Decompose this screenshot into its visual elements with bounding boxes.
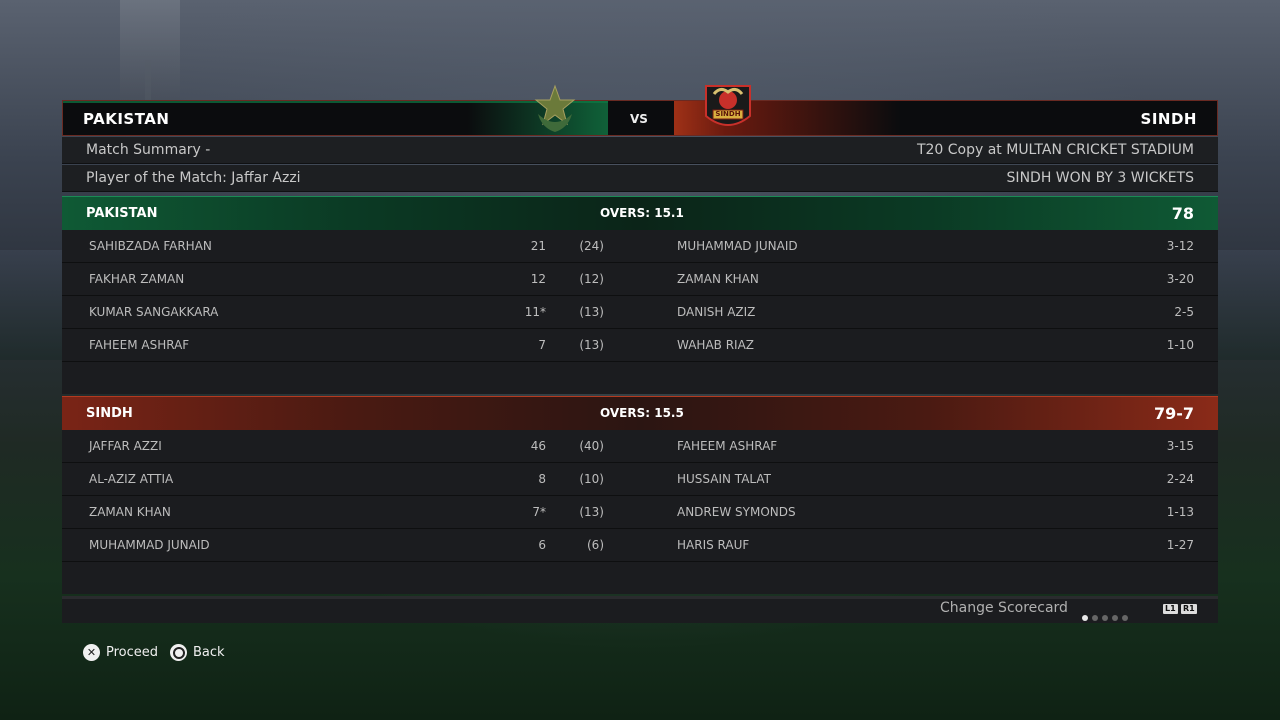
bowler-name: FAHEEM ASHRAF <box>677 439 778 453</box>
table-row: FAHEEM ASHRAF 7 (13) WAHAB RIAZ 1-10 <box>62 329 1218 362</box>
innings-score: 79-7 <box>1153 404 1194 423</box>
batter-name: MUHAMMAD JUNAID <box>89 538 210 552</box>
stadium-stand-right <box>1210 250 1280 360</box>
bowler-figures: 2-5 <box>1174 305 1194 319</box>
page-dot <box>1122 615 1128 621</box>
batter-runs: 12 <box>530 272 546 286</box>
batter-runs: 7 <box>538 338 546 352</box>
page-dot-active <box>1082 615 1088 621</box>
batter-balls: (24) <box>579 239 604 253</box>
circle-button-icon <box>170 644 187 661</box>
result-row: Player of the Match: Jaffar Azzi SINDH W… <box>62 165 1218 192</box>
innings-header-pakistan: PAKISTAN OVERS: 15.1 78 <box>62 196 1218 230</box>
bowler-figures: 1-13 <box>1166 505 1194 519</box>
bowler-name: HUSSAIN TALAT <box>677 472 771 486</box>
bowler-figures: 3-15 <box>1166 439 1194 453</box>
innings-team: PAKISTAN <box>86 206 158 221</box>
bowler-figures: 3-20 <box>1166 272 1194 286</box>
table-row: MUHAMMAD JUNAID 6 (6) HARIS RAUF 1-27 <box>62 529 1218 562</box>
scorecard-footer: Change Scorecard L1 R1 <box>62 596 1218 623</box>
team-a-name: PAKISTAN <box>83 110 170 128</box>
bowler-name: ZAMAN KHAN <box>677 272 759 286</box>
proceed-button[interactable]: ✕ Proceed <box>83 644 158 661</box>
batter-balls: (13) <box>579 338 604 352</box>
batter-balls: (13) <box>579 305 604 319</box>
bowler-name: MUHAMMAD JUNAID <box>677 239 798 253</box>
table-spacer <box>62 362 1218 394</box>
table-row: AL-AZIZ ATTIA 8 (10) HUSSAIN TALAT 2-24 <box>62 463 1218 496</box>
table-spacer <box>62 562 1218 594</box>
innings-header-sindh: SINDH OVERS: 15.5 79-7 <box>62 396 1218 430</box>
pakistan-logo-icon <box>534 84 576 132</box>
batter-runs: 46 <box>530 439 546 453</box>
proceed-label: Proceed <box>106 645 159 660</box>
batter-name: ZAMAN KHAN <box>89 505 171 519</box>
batter-runs: 8 <box>538 472 546 486</box>
bowler-name: HARIS RAUF <box>677 538 750 552</box>
batter-name: SAHIBZADA FARHAN <box>89 239 212 253</box>
match-header: PAKISTAN VS SINDH <box>62 100 1218 136</box>
table-row: FAKHAR ZAMAN 12 (12) ZAMAN KHAN 3-20 <box>62 263 1218 296</box>
batter-runs: 6 <box>538 538 546 552</box>
batter-name: KUMAR SANGAKKARA <box>89 305 219 319</box>
batter-balls: (12) <box>579 272 604 286</box>
page-dot <box>1092 615 1098 621</box>
innings-2-table: JAFFAR AZZI 46 (40) FAHEEM ASHRAF 3-15 A… <box>62 430 1218 594</box>
table-row: SAHIBZADA FARHAN 21 (24) MUHAMMAD JUNAID… <box>62 230 1218 263</box>
match-summary-label: Match Summary - <box>86 142 211 158</box>
l1-bumper-icon[interactable]: L1 <box>1163 604 1178 614</box>
stadium-stand-left <box>0 250 70 360</box>
batter-name: JAFFAR AZZI <box>89 439 162 453</box>
player-of-match: Player of the Match: Jaffar Azzi <box>86 170 301 186</box>
cross-button-icon: ✕ <box>83 644 100 661</box>
back-label: Back <box>193 645 225 660</box>
batter-balls: (13) <box>579 505 604 519</box>
innings-team: SINDH <box>86 406 133 421</box>
bowler-name: ANDREW SYMONDS <box>677 505 796 519</box>
batter-name: FAKHAR ZAMAN <box>89 272 185 286</box>
innings-overs: OVERS: 15.1 <box>600 206 684 220</box>
match-result: SINDH WON BY 3 WICKETS <box>1006 170 1194 186</box>
sindh-logo-icon <box>705 85 751 126</box>
bowler-figures: 3-12 <box>1166 239 1194 253</box>
vs-label: VS <box>630 112 648 126</box>
back-button[interactable]: Back <box>170 644 225 661</box>
table-row: ZAMAN KHAN 7* (13) ANDREW SYMONDS 1-13 <box>62 496 1218 529</box>
bowler-name: WAHAB RIAZ <box>677 338 755 352</box>
batter-balls: (10) <box>579 472 604 486</box>
page-dot <box>1102 615 1108 621</box>
bowler-figures: 2-24 <box>1166 472 1194 486</box>
innings-overs: OVERS: 15.5 <box>600 406 684 420</box>
bowler-figures: 1-10 <box>1166 338 1194 352</box>
batter-balls: (40) <box>579 439 604 453</box>
batter-runs: 21 <box>530 239 546 253</box>
page-dot <box>1112 615 1118 621</box>
batter-runs: 11* <box>524 305 546 319</box>
table-row: JAFFAR AZZI 46 (40) FAHEEM ASHRAF 3-15 <box>62 430 1218 463</box>
team-b-name: SINDH <box>1140 110 1197 128</box>
venue-label: T20 Copy at MULTAN CRICKET STADIUM <box>916 142 1194 158</box>
innings-1-table: SAHIBZADA FARHAN 21 (24) MUHAMMAD JUNAID… <box>62 230 1218 394</box>
match-summary-row: Match Summary - T20 Copy at MULTAN CRICK… <box>62 137 1218 164</box>
scorecard-page-dots[interactable] <box>1082 606 1132 625</box>
batter-runs: 7* <box>532 505 546 519</box>
sindh-logo-text: SINDH <box>715 110 741 118</box>
change-scorecard-label[interactable]: Change Scorecard <box>940 600 1068 616</box>
bowler-figures: 1-27 <box>1166 538 1194 552</box>
r1-bumper-icon[interactable]: R1 <box>1181 604 1197 614</box>
batter-balls: (6) <box>587 538 604 552</box>
table-row: KUMAR SANGAKKARA 11* (13) DANISH AZIZ 2-… <box>62 296 1218 329</box>
batter-name: FAHEEM ASHRAF <box>89 338 190 352</box>
innings-score: 78 <box>1171 204 1194 223</box>
batter-name: AL-AZIZ ATTIA <box>89 472 174 486</box>
bowler-name: DANISH AZIZ <box>677 305 756 319</box>
